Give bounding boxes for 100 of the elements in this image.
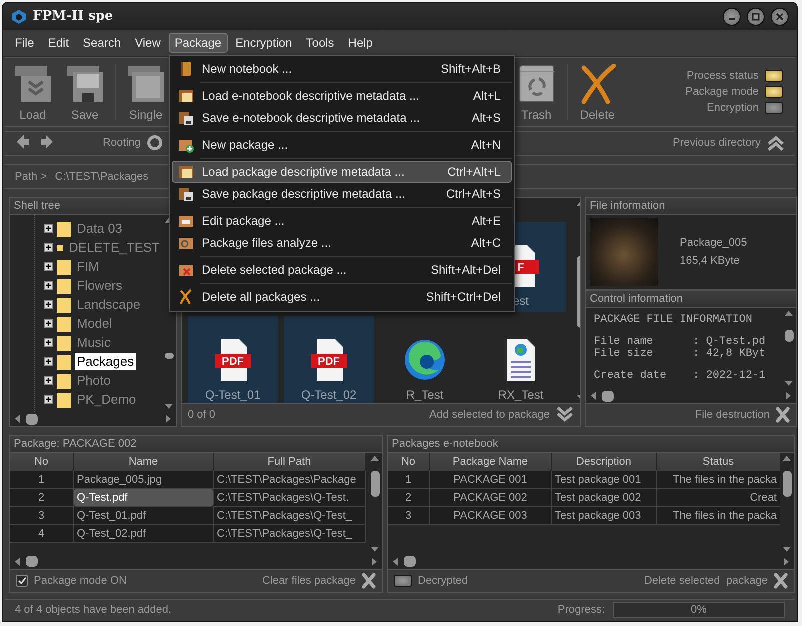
tree-item[interactable]: Landscape xyxy=(75,296,143,314)
menu-option[interactable]: New package ... Alt+N xyxy=(172,134,512,156)
menu-item[interactable]: Search xyxy=(77,32,128,53)
tree-item[interactable]: Flowers xyxy=(75,277,125,294)
table-cell: 4 xyxy=(10,525,74,544)
clear-package-button[interactable]: Clear files package xyxy=(262,572,376,589)
menu-item[interactable]: Help xyxy=(342,32,379,53)
close-icon xyxy=(776,12,784,21)
menu-option[interactable]: Save e-notebook descriptive metadata ... Alt+S xyxy=(172,107,512,129)
table-cell: The files in the packa xyxy=(657,471,780,490)
column-header[interactable]: No xyxy=(388,453,430,472)
close-icon xyxy=(362,572,376,589)
scrollbar-thumb[interactable] xyxy=(782,471,792,498)
folder-load-icon xyxy=(13,64,53,104)
progress-label: Progress: xyxy=(558,604,605,616)
table-cell: 2 xyxy=(388,489,430,508)
scrollbar-thumb[interactable] xyxy=(26,414,38,425)
column-header[interactable]: Full Path xyxy=(214,453,366,472)
tree-item[interactable]: DELETE_TEST xyxy=(66,239,162,256)
menu-item[interactable]: File xyxy=(9,32,40,53)
scrollbar-thumb[interactable] xyxy=(370,471,380,498)
expand-toggle[interactable] xyxy=(44,224,53,234)
table-cell: Test package 003 xyxy=(552,507,657,526)
double-chevron-up-icon xyxy=(767,135,785,152)
menu-option[interactable]: Load e-notebook descriptive metadata ... Alt+L xyxy=(172,85,512,107)
scroll-right-icon xyxy=(372,558,378,566)
floppy-icon xyxy=(178,186,194,202)
column-header[interactable]: Package Name xyxy=(430,453,552,472)
box-edit-icon xyxy=(178,213,194,229)
table-cell: Package_005.jpg xyxy=(74,471,214,490)
column-header[interactable]: Status xyxy=(657,453,780,472)
toolbar-button[interactable]: Load xyxy=(9,60,57,124)
expand-toggle[interactable] xyxy=(44,243,53,252)
table-cell: Q-Test.pdf xyxy=(74,489,214,508)
maximize-button[interactable] xyxy=(747,8,765,26)
table-cell: 3 xyxy=(10,507,74,526)
scroll-left-icon xyxy=(14,558,20,566)
table-cell: PACKAGE 003 xyxy=(430,507,552,526)
expand-toggle[interactable] xyxy=(44,395,53,404)
close-icon xyxy=(774,572,788,589)
file-tile[interactable]: R_Test xyxy=(380,316,470,406)
scroll-left-icon xyxy=(14,415,20,424)
expand-toggle[interactable] xyxy=(44,357,53,366)
table-cell: PACKAGE 001 xyxy=(430,471,552,490)
column-header[interactable]: No xyxy=(10,453,74,472)
checkbox[interactable] xyxy=(16,574,28,587)
scrollbar-thumb[interactable] xyxy=(404,556,416,568)
checkbox-label: Package mode ON xyxy=(34,574,127,587)
maximize-icon xyxy=(752,12,760,21)
progress-reading: 0% xyxy=(691,604,707,616)
menu-item[interactable]: Encryption xyxy=(230,32,298,53)
tree-item[interactable]: Music xyxy=(75,334,113,352)
table-cell: Creat xyxy=(657,489,780,508)
minimize-button[interactable] xyxy=(723,8,741,26)
folder-icon xyxy=(57,354,71,370)
menu-item[interactable]: View xyxy=(129,32,167,53)
add-to-package-button[interactable]: Add selected to package xyxy=(430,407,574,424)
indicator-label: Process status xyxy=(686,70,759,82)
menu-option[interactable]: New notebook ... Shift+Alt+B xyxy=(172,58,512,80)
expand-toggle[interactable] xyxy=(44,281,53,290)
toolbar-button[interactable]: Trash xyxy=(512,60,561,124)
box-analyze-icon xyxy=(178,235,194,251)
menu-item[interactable]: Tools xyxy=(300,32,340,53)
folder-icon xyxy=(57,278,71,294)
expand-toggle[interactable] xyxy=(44,262,53,272)
scrollbar-thumb[interactable] xyxy=(602,390,614,402)
column-header[interactable]: Name xyxy=(74,453,214,472)
scrollbar-thumb[interactable] xyxy=(784,330,794,342)
tree-item[interactable]: Packages xyxy=(75,353,136,370)
toolbar-button[interactable]: Delete xyxy=(574,60,622,124)
close-button[interactable] xyxy=(771,8,789,26)
menu-item[interactable]: Edit xyxy=(42,32,76,53)
previous-directory-button[interactable]: Previous directory xyxy=(672,135,785,152)
toolbar-button[interactable]: Save xyxy=(61,60,109,124)
cube-logo-icon xyxy=(11,8,27,25)
column-header[interactable]: Description xyxy=(552,453,657,472)
expand-toggle[interactable] xyxy=(44,376,53,386)
tree-item[interactable]: Photo xyxy=(75,372,113,390)
rooting-button[interactable]: Rooting xyxy=(103,135,163,152)
scrollbar-thumb[interactable] xyxy=(26,556,38,568)
menu-item[interactable]: Package xyxy=(168,32,228,53)
toolbar-button[interactable]: Single xyxy=(122,60,170,124)
delete-package-button[interactable]: Delete selected package xyxy=(644,572,788,589)
expand-toggle[interactable] xyxy=(44,300,53,310)
menu-option[interactable]: Load package descriptive metadata ... Ctrl+Alt+L xyxy=(172,161,512,183)
folder-icon xyxy=(57,392,71,408)
expand-toggle[interactable] xyxy=(44,319,53,328)
file-tile[interactable]: RX_Test xyxy=(476,316,566,406)
tree-item[interactable]: FIM xyxy=(75,258,102,276)
tree-item[interactable]: Data 03 xyxy=(75,220,125,238)
tree-item[interactable]: Model xyxy=(75,315,114,332)
window-title: FPM-II spe xyxy=(33,9,114,24)
scrollbar-thumb[interactable] xyxy=(164,353,174,360)
expand-toggle[interactable] xyxy=(44,338,53,348)
panel-title: File information xyxy=(586,198,796,216)
scroll-right-icon xyxy=(784,558,790,566)
info-text: Create date : 2022-12-1 xyxy=(594,370,767,382)
tree-item[interactable]: PK_Demo xyxy=(75,391,138,408)
box-add-icon xyxy=(178,137,194,153)
table-cell: Test package 001 xyxy=(552,471,657,490)
